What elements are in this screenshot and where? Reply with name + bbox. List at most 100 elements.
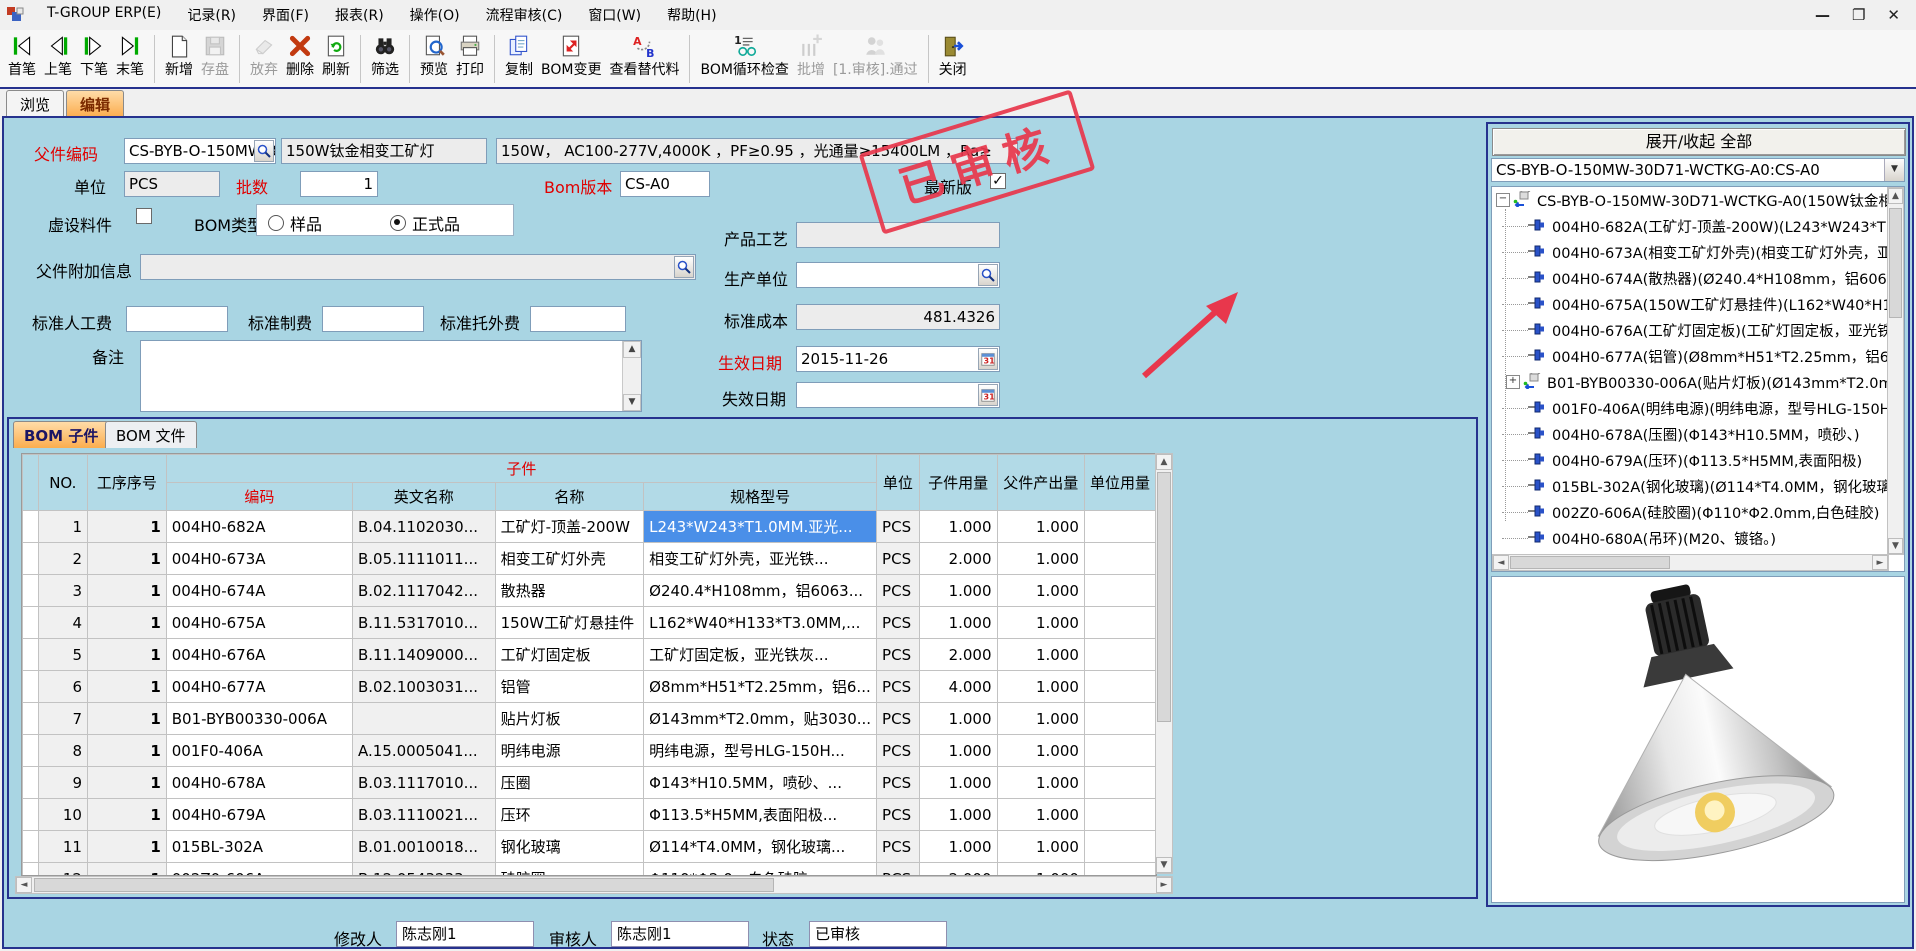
- tree-root-node[interactable]: −CS-BYB-O-150MW-30D71-WCTKG-A0(150W钛金相变工…: [1492, 187, 1904, 213]
- toolbar-preview-button[interactable]: 预览: [416, 31, 452, 87]
- scroll-right-icon[interactable]: ►: [1872, 555, 1888, 570]
- bom-type-sample-radio[interactable]: 样品: [268, 211, 322, 235]
- tab-bom-children[interactable]: BOM 子件: [13, 421, 109, 448]
- scroll-up-icon[interactable]: ▲: [623, 341, 641, 358]
- scroll-down-icon[interactable]: ▼: [1888, 538, 1903, 554]
- eff-date-input[interactable]: 2015-11-26 31: [796, 346, 1000, 372]
- restore-button[interactable]: ❐: [1852, 6, 1865, 24]
- prod-unit-input[interactable]: [796, 262, 1000, 288]
- parent-code-lookup-button[interactable]: [254, 140, 274, 162]
- std-outsource-input[interactable]: [530, 306, 626, 332]
- auditor-field[interactable]: 陈志刚1: [611, 921, 749, 947]
- scroll-right-icon[interactable]: ►: [1156, 877, 1172, 893]
- toolbar-copy-button[interactable]: 复制: [501, 31, 537, 87]
- toolbar-first-button[interactable]: 首笔: [4, 31, 40, 87]
- collapse-icon[interactable]: −: [1496, 193, 1510, 207]
- tree-node[interactable]: 004H0-679A(压环)(Φ113.5*H5MM,表面阳极): [1492, 447, 1904, 473]
- toolbar-substitute-button[interactable]: AB查看替代料: [605, 31, 683, 87]
- table-row[interactable]: 81001F0-406AA.15.0005041...明纬电源明纬电源，型号HL…: [23, 735, 1156, 767]
- toolbar-new-button[interactable]: 新增: [161, 31, 197, 87]
- tab-bom-files[interactable]: BOM 文件: [105, 421, 197, 448]
- toolbar-next-button[interactable]: 下笔: [76, 31, 112, 87]
- toolbar-filter-button[interactable]: 筛选: [367, 31, 403, 87]
- table-row[interactable]: 121002Z0-606AB.12.0543233...硅胶圈Φ110*Φ2.0…: [23, 863, 1156, 877]
- table-row[interactable]: 61004H0-677AB.02.1003031...铝管Ø8mm*H51*T2…: [23, 671, 1156, 703]
- menu-item[interactable]: 报表(R): [322, 5, 397, 25]
- close-button[interactable]: ✕: [1887, 6, 1900, 24]
- tree-node[interactable]: 004H0-680A(吊环)(M20、镀铬。): [1492, 525, 1904, 551]
- tree-node[interactable]: 004H0-676A(工矿灯固定板)(工矿灯固定板，亚光铁灰): [1492, 317, 1904, 343]
- minimize-button[interactable]: —: [1815, 6, 1830, 24]
- tab-edit[interactable]: 编辑: [66, 90, 124, 117]
- toolbar-delete-button[interactable]: 删除: [282, 31, 318, 87]
- tree-node[interactable]: 004H0-682A(工矿灯-顶盖-200W)(L243*W243*T1.0MM…: [1492, 213, 1904, 239]
- menu-item[interactable]: 窗口(W): [575, 5, 654, 25]
- chevron-down-icon[interactable]: ▼: [1884, 159, 1904, 181]
- toolbar-last-button[interactable]: 末笔: [112, 31, 148, 87]
- toolbar-close-button[interactable]: 关闭: [935, 31, 971, 87]
- table-row[interactable]: 71B01-BYB00330-006A贴片灯板Ø143mm*T2.0mm，贴30…: [23, 703, 1156, 735]
- parent-code-input[interactable]: CS-BYB-O-150MW-3: [124, 138, 276, 164]
- exp-date-calendar-button[interactable]: 31: [978, 384, 998, 406]
- scroll-up-icon[interactable]: ▲: [1156, 454, 1172, 470]
- eff-date-calendar-button[interactable]: 31: [978, 348, 998, 370]
- tree-node[interactable]: 001F0-406A(明纬电源)(明纬电源，型号HLG-150H): [1492, 395, 1904, 421]
- bom-type-official-radio[interactable]: 正式品: [390, 211, 460, 235]
- tab-browse[interactable]: 浏览: [6, 90, 64, 117]
- batch-input[interactable]: 1: [300, 171, 378, 197]
- tree-node[interactable]: 004H0-673A(相变工矿灯外壳)(相变工矿灯外壳，亚光铁): [1492, 239, 1904, 265]
- parent-name-field: 150W钛金相变工矿灯: [281, 138, 487, 164]
- menu-item[interactable]: 操作(O): [397, 5, 473, 25]
- menu-item[interactable]: T-GROUP ERP(E): [34, 5, 174, 25]
- expand-collapse-all-button[interactable]: 展开/收起 全部: [1492, 128, 1906, 156]
- toolbar-print-button[interactable]: 打印: [452, 31, 488, 87]
- tree-node[interactable]: 002Z0-606A(硅胶圈)(Φ110*Φ2.0mm,白色硅胶): [1492, 499, 1904, 525]
- table-row[interactable]: 31004H0-674AB.02.1117042...散热器Ø240.4*H10…: [23, 575, 1156, 607]
- table-row[interactable]: 111015BL-302AB.01.0010018...钢化玻璃Ø114*T4.…: [23, 831, 1156, 863]
- tree-node[interactable]: 004H0-675A(150W工矿灯悬挂件)(L162*W40*H133*T3.…: [1492, 291, 1904, 317]
- std-labor-input[interactable]: [126, 306, 228, 332]
- modifier-field[interactable]: 陈志刚1: [396, 921, 534, 947]
- tree-node-assembly[interactable]: +B01-BYB00330-006A(贴片灯板)(Ø143mm*T2.0mm，贴…: [1492, 369, 1904, 395]
- dummy-part-checkbox[interactable]: [136, 208, 152, 224]
- parent-extra-lookup-button[interactable]: [674, 256, 694, 278]
- tree-vscrollbar[interactable]: ▲ ▼: [1887, 187, 1904, 555]
- remark-textarea[interactable]: ▲ ▼: [140, 340, 642, 412]
- tree-hscrollbar[interactable]: ◄ ►: [1492, 554, 1889, 571]
- menu-item[interactable]: 流程审核(C): [473, 5, 576, 25]
- table-row[interactable]: 101004H0-679AB.03.1110021...压环Φ113.5*H5M…: [23, 799, 1156, 831]
- tree-node[interactable]: 004H0-674A(散热器)(Ø240.4*H108mm，铝6063): [1492, 265, 1904, 291]
- toolbar-bomcheck-button[interactable]: 1BOM循环检查: [696, 31, 792, 87]
- scroll-down-icon[interactable]: ▼: [623, 394, 641, 411]
- expand-icon[interactable]: +: [1506, 375, 1520, 389]
- menu-item[interactable]: 界面(F): [249, 5, 322, 25]
- table-row[interactable]: 91004H0-678AB.03.1117010...压圈Φ143*H10.5M…: [23, 767, 1156, 799]
- prod-unit-lookup-button[interactable]: [978, 264, 998, 286]
- toolbar-bomchange-button[interactable]: BOM变更: [537, 31, 605, 87]
- std-mfg-input[interactable]: [322, 306, 424, 332]
- selected-cell[interactable]: L243*W243*T1.0MM.亚光...: [644, 511, 877, 543]
- toolbar-prev-button[interactable]: 上笔: [40, 31, 76, 87]
- status-field[interactable]: 已审核: [809, 921, 947, 947]
- remark-scrollbar[interactable]: ▲ ▼: [622, 341, 641, 411]
- table-row[interactable]: 51004H0-676AB.11.1409000...工矿灯固定板工矿灯固定板，…: [23, 639, 1156, 671]
- tree-node[interactable]: 004H0-678A(压圈)(Φ143*H10.5MM，喷砂、): [1492, 421, 1904, 447]
- table-row[interactable]: 11004H0-682AB.04.1102030...工矿灯-顶盖-200WL2…: [23, 511, 1156, 543]
- bom-version-combobox[interactable]: CS-BYB-O-150MW-30D71-WCTKG-A0:CS-A0 ▼: [1491, 158, 1905, 182]
- menu-item[interactable]: 记录(R): [174, 5, 249, 25]
- table-row[interactable]: 21004H0-673AB.05.1111011...相变工矿灯外壳相变工矿灯外…: [23, 543, 1156, 575]
- scroll-down-icon[interactable]: ▼: [1156, 857, 1172, 873]
- pin-icon: [1528, 503, 1548, 521]
- scroll-left-icon[interactable]: ◄: [16, 877, 32, 893]
- bom-version-input[interactable]: CS-A0: [620, 171, 710, 197]
- table-row[interactable]: 41004H0-675AB.11.5317010...150W工矿灯悬挂件L16…: [23, 607, 1156, 639]
- scroll-left-icon[interactable]: ◄: [1493, 555, 1509, 570]
- tree-node[interactable]: 015BL-302A(钢化玻璃)(Ø114*T4.0MM，钢化玻璃): [1492, 473, 1904, 499]
- exp-date-input[interactable]: 31: [796, 382, 1000, 408]
- scroll-up-icon[interactable]: ▲: [1888, 188, 1903, 204]
- tree-node[interactable]: 004H0-677A(铝管)(Ø8mm*H51*T2.25mm，铝6): [1492, 343, 1904, 369]
- menu-item[interactable]: 帮助(H): [654, 5, 729, 25]
- toolbar-refresh-button[interactable]: 刷新: [318, 31, 354, 87]
- grid-hscrollbar[interactable]: ◄ ►: [15, 876, 1173, 894]
- grid-vscrollbar[interactable]: ▲ ▼: [1155, 453, 1173, 874]
